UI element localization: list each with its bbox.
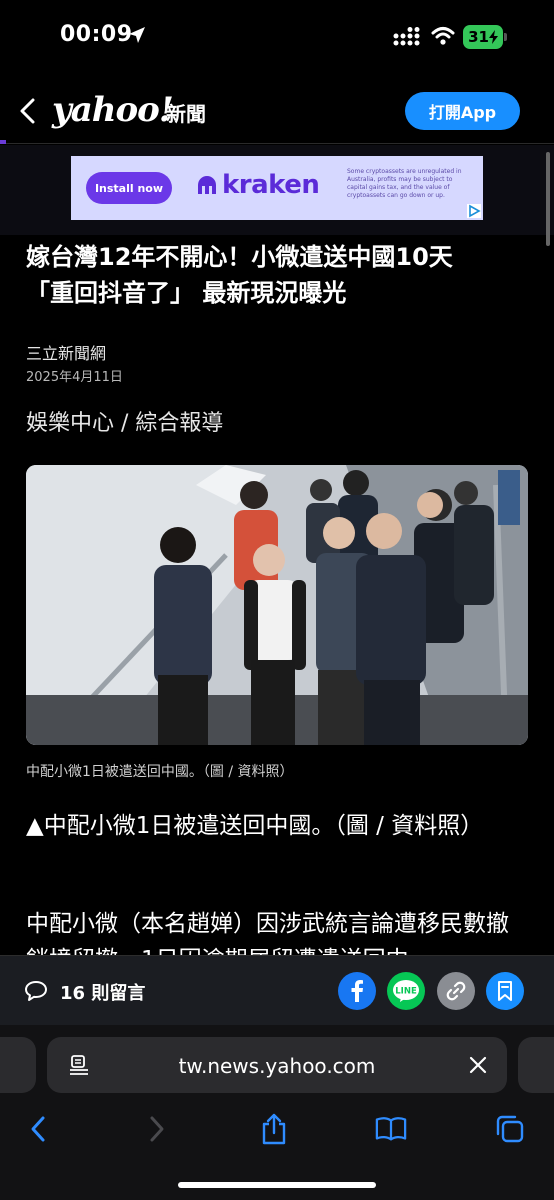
url-text[interactable]: tw.news.yahoo.com: [47, 1054, 507, 1078]
tabs-icon: [496, 1115, 524, 1143]
location-arrow-icon: [129, 27, 145, 43]
copy-link-button[interactable]: [437, 972, 475, 1010]
next-tab-preview[interactable]: [518, 1037, 554, 1093]
safari-bookmarks-button[interactable]: [375, 1113, 407, 1145]
facebook-icon: [351, 980, 363, 1002]
article-photo[interactable]: [26, 465, 528, 745]
svg-text:LINE: LINE: [395, 987, 417, 997]
article-headline: 嫁台灣12年不開心！小微遣送中國10天 「重回抖音了」 最新現況曝光: [26, 239, 531, 311]
battery-indicator: 31: [463, 25, 503, 49]
headline-line-1: 嫁台灣12年不開心！小微遣送中國10天: [26, 243, 453, 271]
page-edge-accent: [0, 140, 6, 144]
site-header: yahoo! 新聞 打開App: [0, 76, 554, 144]
scrollbar-thumb[interactable]: [546, 152, 550, 246]
ad-disclaimer: Some cryptoassets are unregulated in Aus…: [347, 168, 462, 199]
battery-level: 31: [468, 28, 489, 46]
yahoo-news-label: 新聞: [166, 102, 206, 126]
article-photo-illustration: [26, 465, 528, 745]
photo-caption: 中配小微1日被遣送回中國。（圖 / 資料照）: [26, 764, 294, 780]
line-icon: LINE: [393, 980, 419, 1002]
battery-cap: [504, 33, 507, 41]
headline-line-2: 「重回抖音了」 最新現況曝光: [26, 279, 347, 307]
close-icon[interactable]: [469, 1056, 487, 1074]
article-paragraph-1: ▲中配小微1日被遣送回中國。（圖 / 資料照）: [26, 813, 484, 839]
kraken-logo: kraken: [196, 170, 320, 200]
book-icon: [375, 1117, 407, 1141]
status-bar: 00:09 31: [0, 0, 554, 76]
previous-tab-preview[interactable]: [0, 1037, 36, 1093]
ad-install-button[interactable]: Install now: [86, 172, 172, 204]
article-source[interactable]: 三立新聞網: [26, 340, 106, 364]
home-indicator[interactable]: [178, 1182, 376, 1188]
kraken-logo-icon: [198, 176, 216, 194]
address-bar[interactable]: tw.news.yahoo.com: [47, 1037, 507, 1093]
article-date: 2025年4月11日: [26, 370, 123, 385]
share-line-button[interactable]: LINE: [387, 972, 425, 1010]
yahoo-logo[interactable]: yahoo!: [52, 90, 174, 130]
back-chevron-icon[interactable]: [18, 98, 38, 124]
adchoices-icon[interactable]: [467, 204, 481, 218]
open-app-button[interactable]: 打開App: [405, 92, 520, 130]
charging-bolt-icon: [488, 30, 498, 44]
comment-share-bar: 16 則留言 LINE: [0, 955, 554, 1025]
safari-forward-button[interactable]: [141, 1113, 173, 1145]
back-arrow-icon: [31, 1116, 45, 1142]
kraken-ad-banner[interactable]: Install now kraken Some cryptoassets are…: [71, 156, 483, 220]
bookmark-icon: [498, 981, 512, 1001]
safari-share-button[interactable]: [258, 1113, 290, 1145]
bookmark-button[interactable]: [486, 972, 524, 1010]
article-byline: 娛樂中心 / 綜合報導: [26, 411, 224, 436]
ad-container: Install now kraken Some cryptoassets are…: [0, 145, 554, 235]
safari-back-button[interactable]: [22, 1113, 54, 1145]
comment-bubble-icon[interactable]: [24, 980, 48, 1002]
kraken-brand-name: kraken: [222, 170, 320, 200]
share-icon: [262, 1113, 286, 1145]
safari-tabs-button[interactable]: [494, 1113, 526, 1145]
article-paragraph-2: 中配小微（本名趙婵）因涉武統言論遭移民數撤銷境留撤，1日因逾期居留遭遣送回中: [26, 911, 509, 956]
status-time: 00:09: [60, 22, 133, 47]
cellular-signal-icon: [393, 27, 420, 46]
forward-arrow-icon: [150, 1116, 164, 1142]
share-facebook-button[interactable]: [338, 972, 376, 1010]
safari-bottom-chrome: tw.news.yahoo.com: [0, 1025, 554, 1200]
link-icon: [446, 981, 466, 1001]
wifi-icon: [431, 27, 455, 45]
comment-count[interactable]: 16 則留言: [60, 979, 145, 1005]
